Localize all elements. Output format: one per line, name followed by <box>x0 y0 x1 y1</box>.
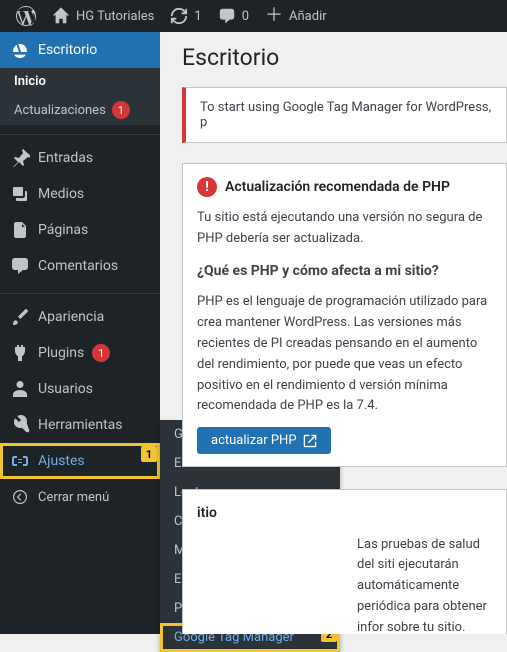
wp-logo[interactable] <box>8 0 44 32</box>
menu-settings[interactable]: Ajustes 1 <box>0 443 160 479</box>
php-p2: PHP es el lenguaje de programación utili… <box>197 292 492 417</box>
menu-comments[interactable]: Comentarios <box>0 248 160 284</box>
add-new-link[interactable]: ＋ Añadir <box>257 0 335 32</box>
menu-pages[interactable]: Páginas <box>0 212 160 248</box>
php-panel: ! Actualización recomendada de PHP Tu si… <box>182 163 507 467</box>
comments-icon <box>218 7 236 25</box>
menu-plugins[interactable]: Plugins 1 <box>0 335 160 371</box>
gtm-notice: To start using Google Tag Manager for Wo… <box>182 87 507 143</box>
menu-appearance[interactable]: Apariencia <box>0 299 160 335</box>
plugin-icon <box>10 343 30 363</box>
menu-separator <box>0 289 160 294</box>
admin-toolbar: HG Tutoriales 1 0 ＋ Añadir <box>0 0 507 32</box>
menu-posts[interactable]: Entradas <box>0 140 160 176</box>
plus-icon: ＋ <box>265 7 283 25</box>
updates-link[interactable]: 1 <box>162 0 209 32</box>
menu-tools[interactable]: Herramientas <box>0 407 160 443</box>
dashboard-icon <box>10 40 30 60</box>
comments-link[interactable]: 0 <box>210 0 257 32</box>
php-subhead: ¿Qué es PHP y cómo afecta a mi sitio? <box>197 260 492 282</box>
site-name-link[interactable]: HG Tutoriales <box>44 0 162 32</box>
collapse-menu[interactable]: Cerrar menú <box>0 479 160 515</box>
submenu-home[interactable]: Inicio <box>0 68 160 95</box>
page-title: Escritorio <box>182 44 507 71</box>
menu-label: Escritorio <box>38 42 97 58</box>
comment-icon <box>10 256 30 276</box>
brush-icon <box>10 307 30 327</box>
submenu-updates[interactable]: Actualizaciones 1 <box>0 95 160 125</box>
pin-icon <box>10 148 30 168</box>
php-p1: Tu sitio está ejecutando una versión no … <box>197 208 492 250</box>
menu-dashboard[interactable]: Escritorio <box>0 32 160 68</box>
media-icon <box>10 184 30 204</box>
update-php-button[interactable]: actualizar PHP <box>197 427 331 454</box>
menu-users[interactable]: Usuarios <box>0 371 160 407</box>
add-new-label: Añadir <box>289 9 327 24</box>
health-panel: itio Las pruebas de salud del siti ejecu… <box>182 489 507 634</box>
warning-icon: ! <box>197 177 217 197</box>
tools-icon <box>10 415 30 435</box>
updates-count: 1 <box>194 9 201 24</box>
menu-media[interactable]: Medios <box>0 176 160 212</box>
home-icon <box>52 7 70 25</box>
php-panel-heading: ! Actualización recomendada de PHP <box>197 176 492 198</box>
external-link-icon <box>303 434 317 448</box>
main-content: Escritorio To start using Google Tag Man… <box>160 32 507 634</box>
users-icon <box>10 379 30 399</box>
health-heading: itio <box>197 502 492 524</box>
collapse-icon <box>10 487 30 507</box>
admin-sidebar: Escritorio Inicio Actualizaciones 1 Entr… <box>0 32 160 634</box>
health-body: Las pruebas de salud del siti ejecutarán… <box>197 535 492 634</box>
notice-text: To start using Google Tag Manager for Wo… <box>200 100 491 130</box>
menu-separator <box>0 130 160 135</box>
settings-icon <box>10 451 30 471</box>
callout-1: 1 <box>141 446 157 462</box>
site-name: HG Tutoriales <box>76 9 154 24</box>
updates-badge: 1 <box>112 101 130 119</box>
updates-icon <box>170 7 188 25</box>
plugins-badge: 1 <box>92 344 110 362</box>
comments-count: 0 <box>242 9 249 24</box>
page-icon <box>10 220 30 240</box>
